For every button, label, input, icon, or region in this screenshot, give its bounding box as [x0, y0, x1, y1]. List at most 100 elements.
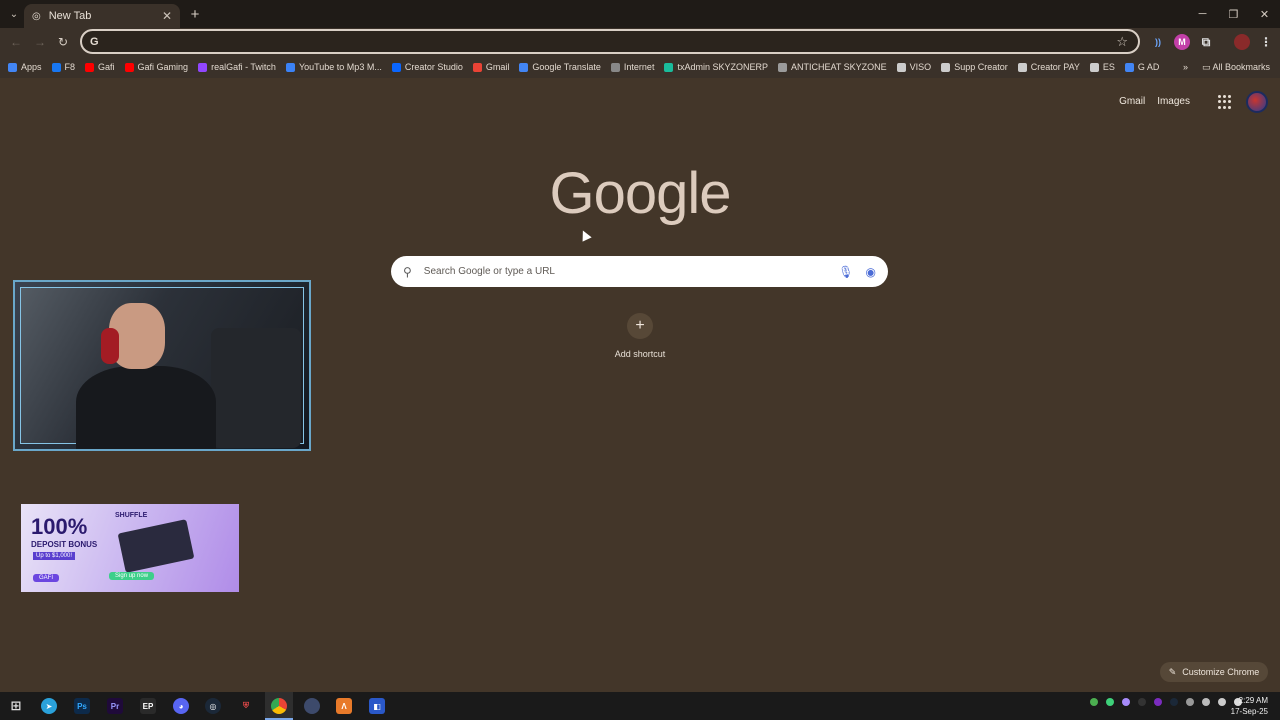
- tab-close-icon[interactable]: ✕: [162, 9, 172, 23]
- bookmark-favicon-icon: [1124, 62, 1134, 72]
- bookmark-favicon-icon: [1089, 62, 1099, 72]
- bookmark-label: txAdmin SKYZONERP: [677, 62, 768, 72]
- back-button[interactable]: ←: [8, 34, 24, 50]
- bookmark-favicon-icon: [285, 62, 295, 72]
- windows-start-icon[interactable]: ⊞: [8, 698, 24, 714]
- tray-icon[interactable]: [1090, 698, 1098, 706]
- add-shortcut[interactable]: + Add shortcut: [600, 313, 680, 359]
- new-tab-button[interactable]: +: [186, 5, 204, 23]
- bookmark-item[interactable]: G AD: [1124, 62, 1160, 72]
- bookmark-item[interactable]: Google Translate: [519, 62, 601, 72]
- search-icon: ⚲: [403, 264, 412, 279]
- extensions-puzzle-icon[interactable]: ⧉: [1198, 34, 1214, 50]
- lens-camera-icon[interactable]: ◉: [866, 265, 876, 279]
- toolbar: ← → ↻ G ☆ )) M ⧉ ⋮: [0, 28, 1280, 56]
- bookmark-item[interactable]: Gafi Gaming: [124, 62, 188, 72]
- clock-date: 17-Sep-25: [1230, 707, 1268, 716]
- bookmark-item[interactable]: Creator Studio: [391, 62, 463, 72]
- bookmark-favicon-icon: [519, 62, 529, 72]
- gmail-link[interactable]: Gmail: [1119, 96, 1145, 107]
- tray-icon[interactable]: [1138, 698, 1146, 706]
- bookmark-label: realGafi - Twitch: [211, 62, 276, 72]
- bookmark-favicon-icon: [51, 62, 61, 72]
- account-avatar[interactable]: [1246, 91, 1268, 113]
- reload-button[interactable]: ↻: [55, 34, 71, 50]
- pencil-icon: ✎: [1168, 666, 1177, 677]
- plus-icon: +: [627, 313, 653, 339]
- app2-icon[interactable]: Λ: [336, 698, 352, 714]
- bookmark-item[interactable]: Apps: [8, 62, 42, 72]
- tray-icon[interactable]: [1170, 698, 1178, 706]
- bookmark-item[interactable]: Creator PAY: [1017, 62, 1080, 72]
- extension-icon-2[interactable]: M: [1174, 34, 1190, 50]
- bookmark-favicon-icon: [777, 62, 787, 72]
- ad-percent: 100%: [31, 514, 88, 539]
- images-link[interactable]: Images: [1157, 96, 1190, 107]
- photoshop-icon[interactable]: Ps: [74, 698, 90, 714]
- bookmark-favicon-icon: [124, 62, 134, 72]
- tray-icon[interactable]: [1218, 698, 1226, 706]
- bookmark-label: Gmail: [485, 62, 510, 72]
- bookmark-item[interactable]: YouTube to Mp3 M...: [285, 62, 382, 72]
- google-g-icon: G: [90, 35, 99, 48]
- customize-label: Customize Chrome: [1182, 667, 1260, 677]
- bookmark-item[interactable]: Gmail: [472, 62, 510, 72]
- all-bookmarks[interactable]: ▭ All Bookmarks: [1202, 62, 1270, 73]
- more-bookmarks-chevron-icon[interactable]: »: [1183, 62, 1188, 72]
- tray-icon[interactable]: [1122, 698, 1130, 706]
- app3-icon[interactable]: ◧: [369, 698, 385, 714]
- search-input[interactable]: Search Google or type a URL: [424, 266, 838, 277]
- chrome-taskbar-icon[interactable]: [271, 698, 287, 714]
- shield-icon[interactable]: ⛨: [238, 698, 254, 714]
- profile-icon[interactable]: [1234, 34, 1250, 50]
- restore-button[interactable]: ❐: [1218, 0, 1249, 28]
- ad-brand: SHUFFLE: [115, 512, 148, 519]
- bookmark-item[interactable]: txAdmin SKYZONERP: [664, 62, 768, 72]
- ad-deposit: DEPOSIT BONUS: [31, 540, 98, 549]
- bookmark-item[interactable]: Supp Creator: [941, 62, 1008, 72]
- bookmark-label: G AD: [1137, 62, 1160, 72]
- chrome-icon: ◎: [32, 10, 41, 22]
- bookmark-favicon-icon: [85, 62, 95, 72]
- address-input[interactable]: [104, 34, 1117, 49]
- bookmark-item[interactable]: F8: [51, 62, 76, 72]
- discord-icon[interactable]: ◕: [173, 698, 189, 714]
- forward-button[interactable]: →: [32, 34, 48, 50]
- steam-icon[interactable]: ◎: [205, 698, 221, 714]
- bookmark-label: Creator PAY: [1030, 62, 1080, 72]
- minimize-button[interactable]: ─: [1187, 0, 1218, 28]
- folder-icon: ▭: [1201, 61, 1211, 72]
- clock[interactable]: 2:29 AM 17-Sep-25: [1231, 695, 1268, 717]
- tab-new-tab[interactable]: ◎ New Tab ✕: [24, 4, 180, 28]
- extension-icon-1[interactable]: )): [1150, 34, 1166, 50]
- epic-games-icon[interactable]: EP: [140, 698, 156, 714]
- menu-kebab-icon[interactable]: ⋮: [1258, 34, 1274, 50]
- app-icon[interactable]: [304, 698, 320, 714]
- bookmark-star-icon[interactable]: ☆: [1116, 34, 1128, 50]
- bookmark-item[interactable]: ES: [1089, 62, 1115, 72]
- tab-title: New Tab: [48, 10, 92, 22]
- bookmark-favicon-icon: [664, 62, 674, 72]
- premiere-icon[interactable]: Pr: [107, 698, 123, 714]
- apps-grid-icon[interactable]: [1218, 95, 1232, 109]
- bookmark-label: VISO: [909, 62, 932, 72]
- tray-icon[interactable]: [1154, 698, 1162, 706]
- bookmark-label: F8: [64, 62, 76, 72]
- tray-icon[interactable]: [1202, 698, 1210, 706]
- bookmark-item[interactable]: VISO: [896, 62, 932, 72]
- customize-chrome-button[interactable]: ✎ Customize Chrome: [1160, 662, 1268, 682]
- tray-icon[interactable]: [1186, 698, 1194, 706]
- system-tray: [1090, 698, 1242, 706]
- tray-icon[interactable]: [1106, 698, 1114, 706]
- omnibox[interactable]: G ☆: [80, 29, 1140, 54]
- telegram-icon[interactable]: ➤: [41, 698, 57, 714]
- bookmark-label: Gafi: [98, 62, 115, 72]
- close-window-button[interactable]: ✕: [1249, 0, 1280, 28]
- bookmark-item[interactable]: ANTICHEAT SKYZONE: [777, 62, 887, 72]
- tab-search-button[interactable]: ⌄: [4, 4, 24, 24]
- bookmark-item[interactable]: Gafi: [85, 62, 115, 72]
- search-box[interactable]: ⚲ Search Google or type a URL 🎙 ◉: [391, 256, 888, 287]
- bookmark-item[interactable]: realGafi - Twitch: [198, 62, 276, 72]
- microphone-icon[interactable]: 🎙: [838, 265, 853, 279]
- bookmark-item[interactable]: Internet: [610, 62, 654, 72]
